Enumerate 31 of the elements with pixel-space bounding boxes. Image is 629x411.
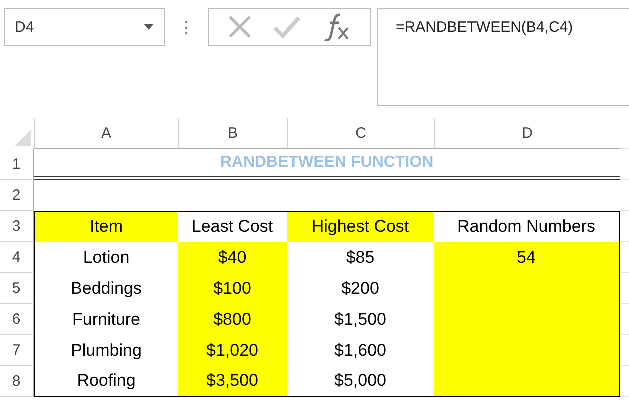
row-header[interactable]: 5 bbox=[0, 273, 34, 304]
checkmark-icon[interactable] bbox=[273, 16, 302, 38]
formula-field[interactable]: =RANDBETWEEN(B4,C4) bbox=[377, 8, 629, 106]
cancel-icon[interactable] bbox=[227, 14, 254, 40]
table-cell: $800 bbox=[178, 304, 287, 335]
row-header[interactable]: 1 bbox=[0, 149, 34, 180]
row-header[interactable]: 6 bbox=[0, 304, 34, 335]
table-cell: Highest Cost bbox=[287, 211, 434, 242]
table-cell: Item bbox=[34, 211, 178, 242]
table-cell-text: $1,600 bbox=[334, 340, 388, 362]
sheet-title: RANDBETWEEN FUNCTION bbox=[220, 154, 434, 172]
table-cell: 54 bbox=[434, 242, 620, 273]
cell-reference: D4 bbox=[15, 18, 34, 36]
column-header[interactable]: C bbox=[287, 118, 434, 149]
name-box[interactable]: D4 bbox=[4, 8, 165, 46]
dropdown-caret-icon[interactable] bbox=[144, 24, 154, 30]
table-cell-text: $85 bbox=[345, 246, 376, 268]
table-cell-text: $1,500 bbox=[334, 308, 388, 330]
table-cell: $40 bbox=[178, 242, 287, 273]
row-header[interactable]: 4 bbox=[0, 242, 34, 273]
column-header[interactable]: D bbox=[434, 118, 620, 149]
column-header[interactable]: A bbox=[34, 118, 178, 149]
column-header[interactable]: B bbox=[178, 118, 287, 149]
table-cell: $1,020 bbox=[178, 335, 287, 366]
row-header[interactable]: 7 bbox=[0, 335, 34, 366]
table-cell: $100 bbox=[178, 273, 287, 304]
row-header[interactable]: 8 bbox=[0, 366, 34, 397]
drag-handle-icon[interactable] bbox=[185, 21, 188, 35]
table-cell-text: $200 bbox=[340, 278, 380, 300]
row-header[interactable]: 2 bbox=[0, 180, 34, 211]
table-cell: $3,500 bbox=[178, 366, 287, 397]
